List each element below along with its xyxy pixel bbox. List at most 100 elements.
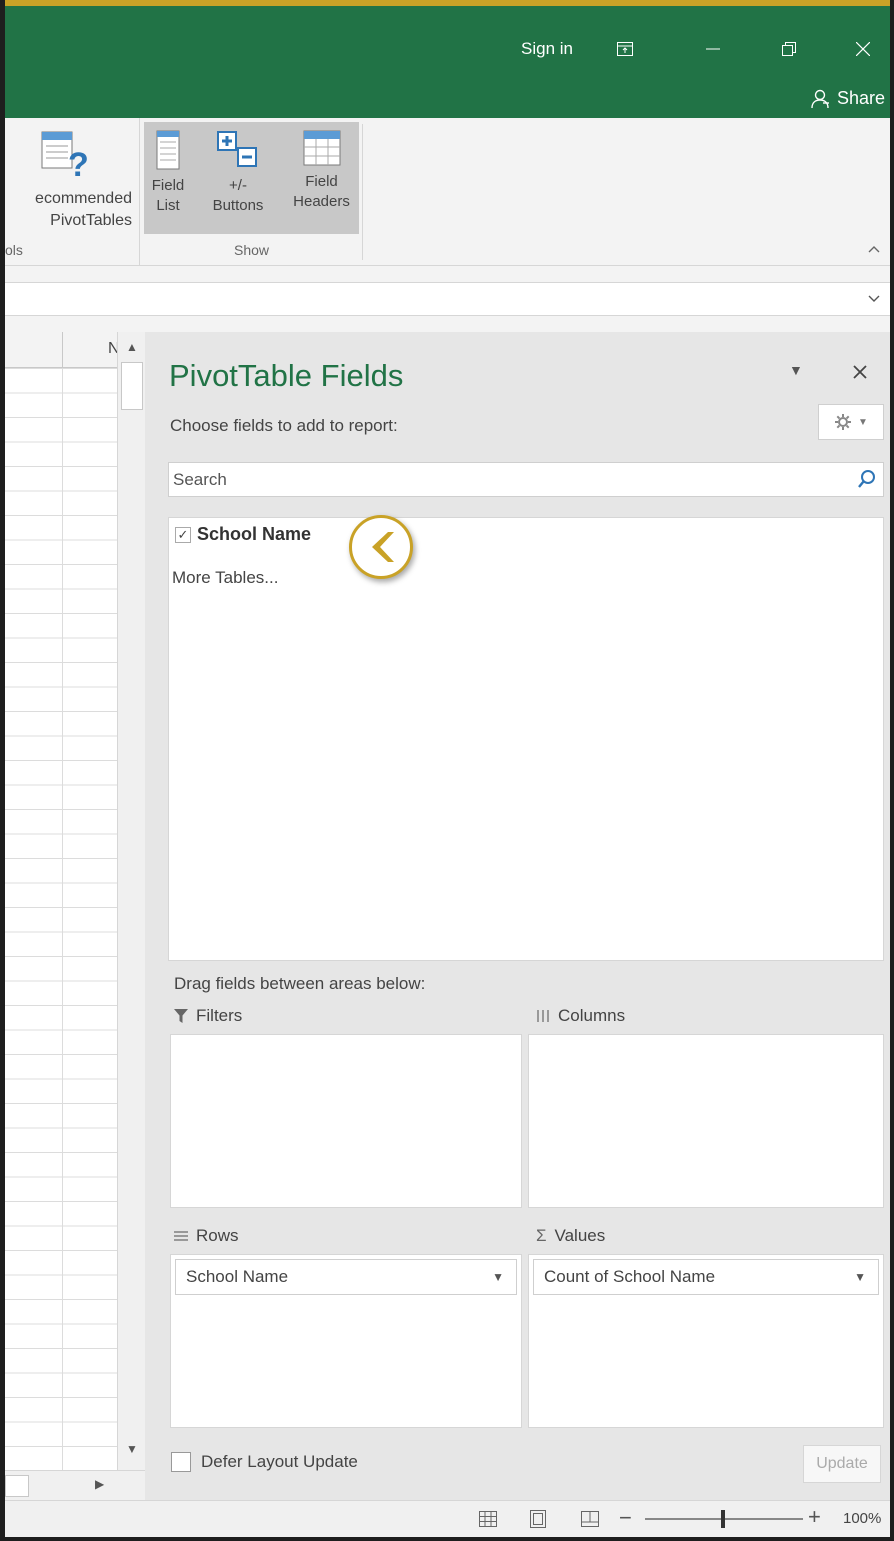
field-headers-icon	[303, 130, 340, 166]
normal-view-icon	[479, 1511, 497, 1527]
field-layout-tools-button[interactable]: ▼	[818, 404, 884, 440]
field-list-button[interactable]: Field List	[144, 122, 192, 234]
scroll-down-button[interactable]: ▼	[118, 1442, 146, 1462]
minimize-icon	[706, 48, 720, 50]
page-layout-view-button[interactable]	[527, 1508, 549, 1530]
pane-title: PivotTable Fields	[169, 358, 404, 393]
search-icon[interactable]	[857, 469, 877, 489]
sigma-icon: Σ	[536, 1226, 547, 1245]
update-button[interactable]: Update	[803, 1445, 881, 1483]
filters-drop-area[interactable]	[170, 1034, 522, 1208]
field-list-icon	[156, 130, 180, 170]
frame-left-border	[0, 0, 5, 1541]
page-break-icon	[581, 1511, 599, 1527]
show-group-label: Show	[233, 242, 270, 258]
share-label: Share	[837, 88, 886, 108]
rows-label: Rows	[196, 1226, 239, 1245]
show-group: Field List +/- Buttons Field Headers	[144, 122, 359, 234]
ribbon-divider	[362, 124, 363, 260]
worksheet-grid[interactable]: N	[5, 332, 120, 1470]
defer-checkbox-box[interactable]	[171, 1452, 191, 1472]
values-label: Values	[554, 1226, 606, 1245]
svg-text:?: ?	[68, 146, 89, 180]
pivottable-fields-pane: PivotTable Fields ▼ Choose fields to add…	[153, 332, 890, 1500]
zoom-slider-thumb[interactable]	[721, 1510, 725, 1528]
ribbon-display-icon	[617, 42, 633, 56]
plus-minus-buttons-label: +/- Buttons	[212, 177, 264, 214]
pane-close-button[interactable]	[853, 358, 867, 386]
close-window-button[interactable]	[843, 32, 883, 66]
rows-field-label: School Name	[186, 1267, 289, 1286]
share-button[interactable]: Share	[811, 88, 885, 109]
columns-drop-area[interactable]	[528, 1034, 884, 1208]
scroll-right-button[interactable]: ▶	[95, 1477, 104, 1491]
chevron-down-icon[interactable]: ▼	[492, 1260, 504, 1294]
field-checkbox[interactable]: ✓	[175, 526, 191, 543]
formula-input[interactable]	[5, 282, 890, 316]
choose-fields-label: Choose fields to add to report:	[170, 416, 398, 435]
horizontal-scrollbar[interactable]: ▶	[5, 1470, 145, 1500]
rows-drop-area[interactable]: School Name ▼	[170, 1254, 522, 1428]
more-tables-link[interactable]: More Tables...	[172, 568, 278, 588]
restore-button[interactable]	[769, 32, 809, 66]
chevron-left-icon	[372, 532, 394, 562]
field-item-school-name[interactable]: ✓ School Name	[175, 524, 311, 545]
column-divider	[62, 332, 63, 368]
frame-bottom-border	[0, 1537, 894, 1541]
formula-bar	[5, 266, 890, 332]
chevron-up-icon	[868, 246, 880, 253]
ribbon-display-options-button[interactable]	[605, 32, 645, 66]
expand-formula-bar-button[interactable]	[868, 290, 880, 306]
drag-fields-label: Drag fields between areas below:	[174, 974, 426, 993]
vertical-scrollbar[interactable]: ▲ ▼	[117, 332, 145, 1470]
page-layout-icon	[530, 1510, 546, 1528]
field-label: School Name	[197, 524, 312, 544]
columns-area-label: Columns	[536, 1006, 625, 1026]
zoom-out-button[interactable]: −	[619, 1505, 632, 1531]
chevron-down-icon	[868, 295, 880, 302]
vertical-scroll-thumb[interactable]	[121, 362, 143, 410]
defer-layout-update-checkbox[interactable]: Defer Layout Update	[171, 1452, 358, 1472]
rows-field-school-name[interactable]: School Name ▼	[175, 1259, 517, 1295]
tools-group: ? ecommended PivotTables ols	[5, 118, 140, 266]
zoom-in-button[interactable]: +	[808, 1504, 821, 1530]
recommended-pivottables-label: ecommended PivotTables	[35, 190, 132, 229]
callout-marker	[349, 515, 413, 579]
horizontal-scroll-thumb[interactable]	[5, 1475, 29, 1497]
frame-right-border	[890, 0, 894, 1541]
defer-label: Defer Layout Update	[201, 1452, 358, 1471]
close-icon	[856, 42, 870, 56]
values-field-label: Count of School Name	[544, 1267, 716, 1286]
field-search-box	[168, 462, 884, 497]
gear-icon	[835, 414, 852, 430]
scroll-up-button[interactable]: ▲	[118, 340, 146, 360]
collapse-ribbon-button[interactable]	[868, 240, 880, 258]
filter-icon	[174, 1009, 188, 1023]
normal-view-button[interactable]	[477, 1508, 499, 1530]
minimize-button[interactable]	[693, 32, 733, 66]
zoom-level[interactable]: 100%	[843, 1510, 881, 1527]
plus-minus-icon	[217, 131, 257, 167]
recommended-pivottables-button[interactable]: ?	[40, 130, 96, 185]
ribbon: ? ecommended PivotTables ols FieldList	[5, 118, 890, 266]
title-bar: Sign in Share	[5, 6, 890, 118]
field-list-label: Field List	[151, 177, 185, 214]
person-icon	[811, 89, 829, 108]
rows-icon	[174, 1231, 188, 1241]
pane-separator	[145, 332, 153, 1500]
field-headers-button[interactable]: Field Headers	[284, 122, 359, 234]
page-break-preview-button[interactable]	[579, 1508, 601, 1530]
chevron-down-icon: ▼	[858, 416, 868, 428]
chevron-down-icon[interactable]: ▼	[854, 1260, 866, 1294]
values-drop-area[interactable]: Count of School Name ▼	[528, 1254, 884, 1428]
grid-cells[interactable]	[5, 368, 117, 1470]
sign-in-link[interactable]: Sign in	[521, 39, 573, 59]
search-input[interactable]	[169, 463, 849, 496]
pane-options-dropdown[interactable]: ▼	[789, 362, 803, 378]
status-bar: − + 100%	[5, 1500, 890, 1537]
filters-label: Filters	[196, 1006, 243, 1025]
values-area-label: Σ Values	[536, 1226, 605, 1246]
plus-minus-buttons-button[interactable]: +/- Buttons	[204, 122, 272, 234]
column-header-row: N	[5, 332, 120, 368]
values-field-count-of-school-name[interactable]: Count of School Name ▼	[533, 1259, 879, 1295]
